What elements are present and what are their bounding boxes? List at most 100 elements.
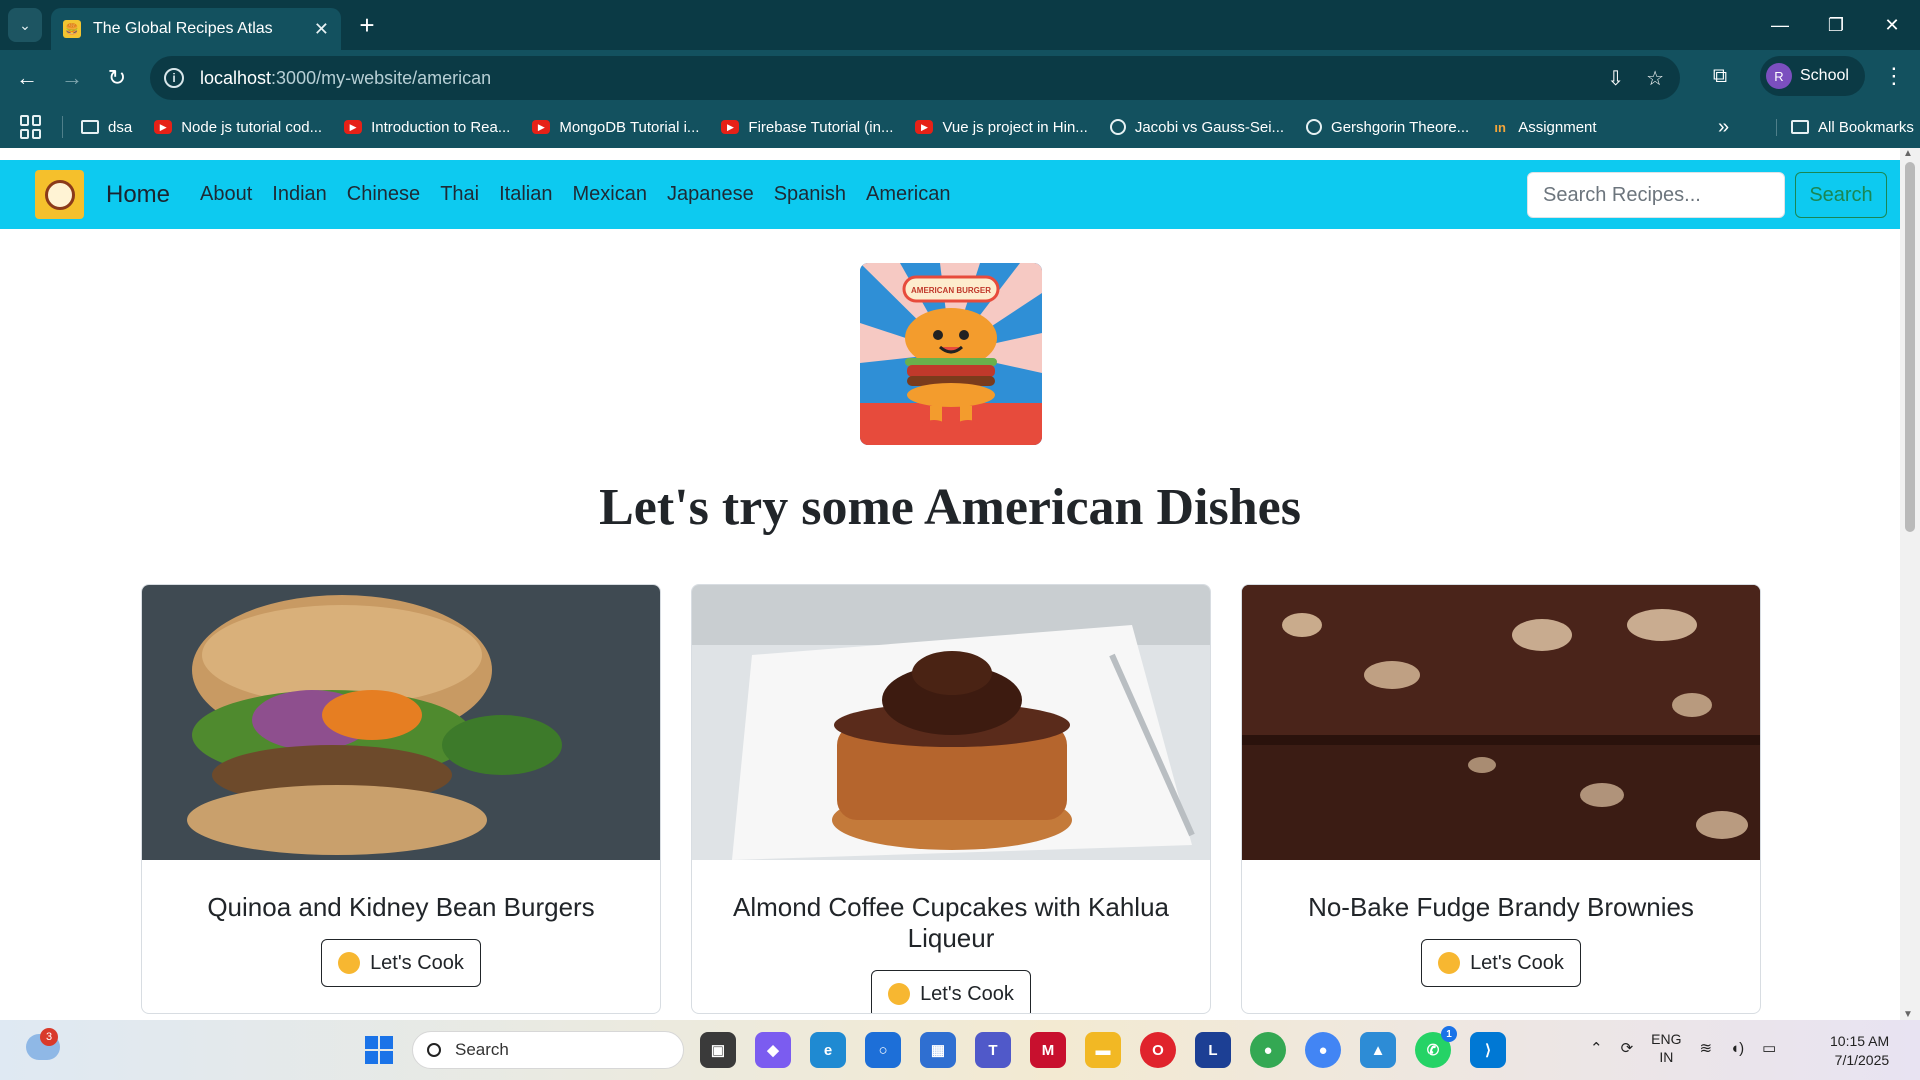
bookmark-item[interactable]: ın Assignment [1491,119,1596,136]
l-app-icon[interactable]: L [1195,1032,1231,1068]
openai-icon [1306,119,1323,135]
youtube-icon: ▶ [915,120,934,134]
all-bookmarks-button[interactable]: All Bookmarks [1776,118,1914,136]
opera-icon[interactable]: O [1140,1032,1176,1068]
extensions-puzzle-icon[interactable]: ⧉ [1700,56,1740,96]
nav-link-mexican[interactable]: Mexican [572,183,646,206]
nav-link-thai[interactable]: Thai [440,183,479,206]
nav-link-chinese[interactable]: Chinese [347,183,420,206]
almond-cupcake-image [692,585,1210,860]
chrome-profile-icon[interactable]: ● [1250,1032,1286,1068]
show-hidden-icons-chevron-icon[interactable]: ⌃ [1590,1039,1603,1057]
nav-link-indian[interactable]: Indian [272,183,327,206]
restore-icon[interactable]: ❐ [1808,0,1864,50]
taskbar-clock[interactable]: 10:15 AM 7/1/2025 [1830,1032,1889,1070]
vscode-icon[interactable]: ⟩ [1470,1032,1506,1068]
page-scrollbar[interactable]: ▲ ▼ [1900,148,1920,1020]
browser-toolbar: ← → ↻ i localhost:3000/my-website/americ… [0,50,1920,106]
bookmark-item[interactable]: ▶ Firebase Tutorial (in... [721,119,893,136]
weather-notification-badge: 3 [40,1028,58,1046]
more-bookmarks-chevron-icon[interactable]: » [1718,116,1729,139]
youtube-icon: ▶ [721,120,740,134]
wifi-icon[interactable]: ≋ [1700,1039,1713,1057]
tab-search-chevron-icon[interactable]: ⌄ [8,8,42,42]
chrome-active-icon[interactable]: ● [1305,1032,1341,1068]
task-view-icon[interactable]: ▣ [700,1032,736,1068]
language-indicator[interactable]: ENG IN [1651,1030,1681,1066]
bookmark-star-icon[interactable]: ☆ [1646,66,1664,91]
profile-avatar: R [1766,63,1792,89]
recipe-search-form: Search [1527,172,1887,218]
copilot-icon[interactable]: ◆ [755,1032,791,1068]
recipe-title: No-Bake Fudge Brandy Brownies [1308,892,1694,922]
bookmark-label: Vue js project in Hin... [942,118,1088,136]
nav-link-japanese[interactable]: Japanese [667,183,754,206]
recipe-card: No-Bake Fudge Brandy Brownies Let's Cook [1241,584,1761,1014]
lets-cook-button[interactable]: Let's Cook [871,970,1031,1013]
bookmark-item[interactable]: ▶ Vue js project in Hin... [915,118,1088,136]
nav-link-about[interactable]: About [200,183,252,206]
whatsapp-icon[interactable]: ✆ 1 [1415,1026,1457,1068]
american-burger-hero-image: AMERICAN BURGER [860,263,1042,445]
bookmarks-bar: dsa ▶ Node js tutorial cod... ▶ Introduction… [0,106,1920,148]
search-button[interactable]: Search [1795,172,1887,218]
recipe-card: Quinoa and Kidney Bean Burgers Let's Coo… [141,584,661,1014]
bookmark-item[interactable]: ▶ MongoDB Tutorial i... [532,119,699,136]
profile-button[interactable]: R School [1760,56,1865,96]
teams-icon[interactable]: T [975,1032,1011,1068]
window-close-icon[interactable]: ✕ [1864,0,1920,50]
bookmark-label: Node js tutorial cod... [181,118,323,136]
forward-arrow-icon[interactable]: → [56,62,88,94]
fudge-brownies-image [1242,585,1760,860]
back-arrow-icon[interactable]: ← [11,62,43,94]
youtube-icon: ▶ [344,120,363,134]
scroll-up-arrow-icon[interactable]: ▲ [1903,148,1913,159]
recipe-search-input[interactable] [1527,172,1785,218]
bookmark-item[interactable]: Jacobi vs Gauss-Sei... [1109,118,1285,136]
browser-menu-icon[interactable]: ⋮ [1883,63,1905,89]
site-info-icon[interactable]: i [164,68,184,88]
lets-cook-button[interactable]: Let's Cook [1421,939,1581,987]
page-heading: Let's try some American Dishes [599,479,1301,536]
photos-icon[interactable]: ▲ [1360,1032,1396,1068]
yum-face-emoji-icon [1438,952,1461,974]
burger-mascot-illustration: AMERICAN BURGER [860,263,1042,445]
bookmark-item[interactable]: dsa [81,119,132,136]
mcafee-icon[interactable]: M [1030,1032,1066,1068]
nav-link-american[interactable]: American [866,183,950,206]
edge-icon[interactable]: e [810,1032,846,1068]
cortana-icon[interactable]: ○ [865,1032,901,1068]
bookmark-label: Jacobi vs Gauss-Sei... [1134,118,1285,136]
new-tab-plus-icon[interactable]: + [352,10,382,40]
reload-icon[interactable]: ↻ [101,62,133,94]
chef-logo-icon[interactable] [35,170,84,219]
nav-link-italian[interactable]: Italian [499,183,552,206]
bookmark-item[interactable]: Gershgorin Theore... [1306,119,1469,136]
tab-close-icon[interactable]: ✕ [314,19,329,40]
page-viewport: Home About Indian Chinese Thai Italian Mexica… [0,148,1920,1020]
microsoft-store-icon[interactable]: ▦ [920,1032,956,1068]
region-code: IN [1659,1049,1674,1065]
apps-grid-icon[interactable] [20,115,44,139]
address-bar[interactable]: i localhost:3000/my-website/american ⇩ ☆ [150,56,1680,100]
url-path: :3000/my-website/american [271,67,492,88]
active-tab[interactable]: 🍔 The Global Recipes Atlas ✕ [51,8,341,50]
bookmark-item[interactable]: ▶ Introduction to Rea... [344,119,510,136]
lets-cook-button[interactable]: Let's Cook [321,939,481,987]
install-app-icon[interactable]: ⇩ [1607,66,1624,91]
windows-start-icon[interactable] [365,1036,393,1064]
scroll-thumb[interactable] [1905,162,1915,532]
minimize-icon[interactable]: — [1752,0,1808,50]
bookmark-item[interactable]: ▶ Node js tutorial cod... [154,119,322,136]
taskbar-search[interactable]: Search [412,1031,684,1069]
sync-icon[interactable]: ⟳ [1621,1039,1634,1057]
file-explorer-icon[interactable]: ▬ [1085,1032,1121,1068]
nav-link-spanish[interactable]: Spanish [774,183,846,206]
taskbar-search-label: Search [455,1040,509,1059]
window-controls: — ❐ ✕ [1752,0,1920,50]
scroll-down-arrow-icon[interactable]: ▼ [1903,1009,1913,1020]
volume-icon[interactable]: ◖) [1730,1040,1744,1057]
nav-home-link[interactable]: Home [106,181,170,209]
openai-icon [1109,119,1126,135]
battery-icon[interactable]: ▭ [1762,1039,1776,1057]
